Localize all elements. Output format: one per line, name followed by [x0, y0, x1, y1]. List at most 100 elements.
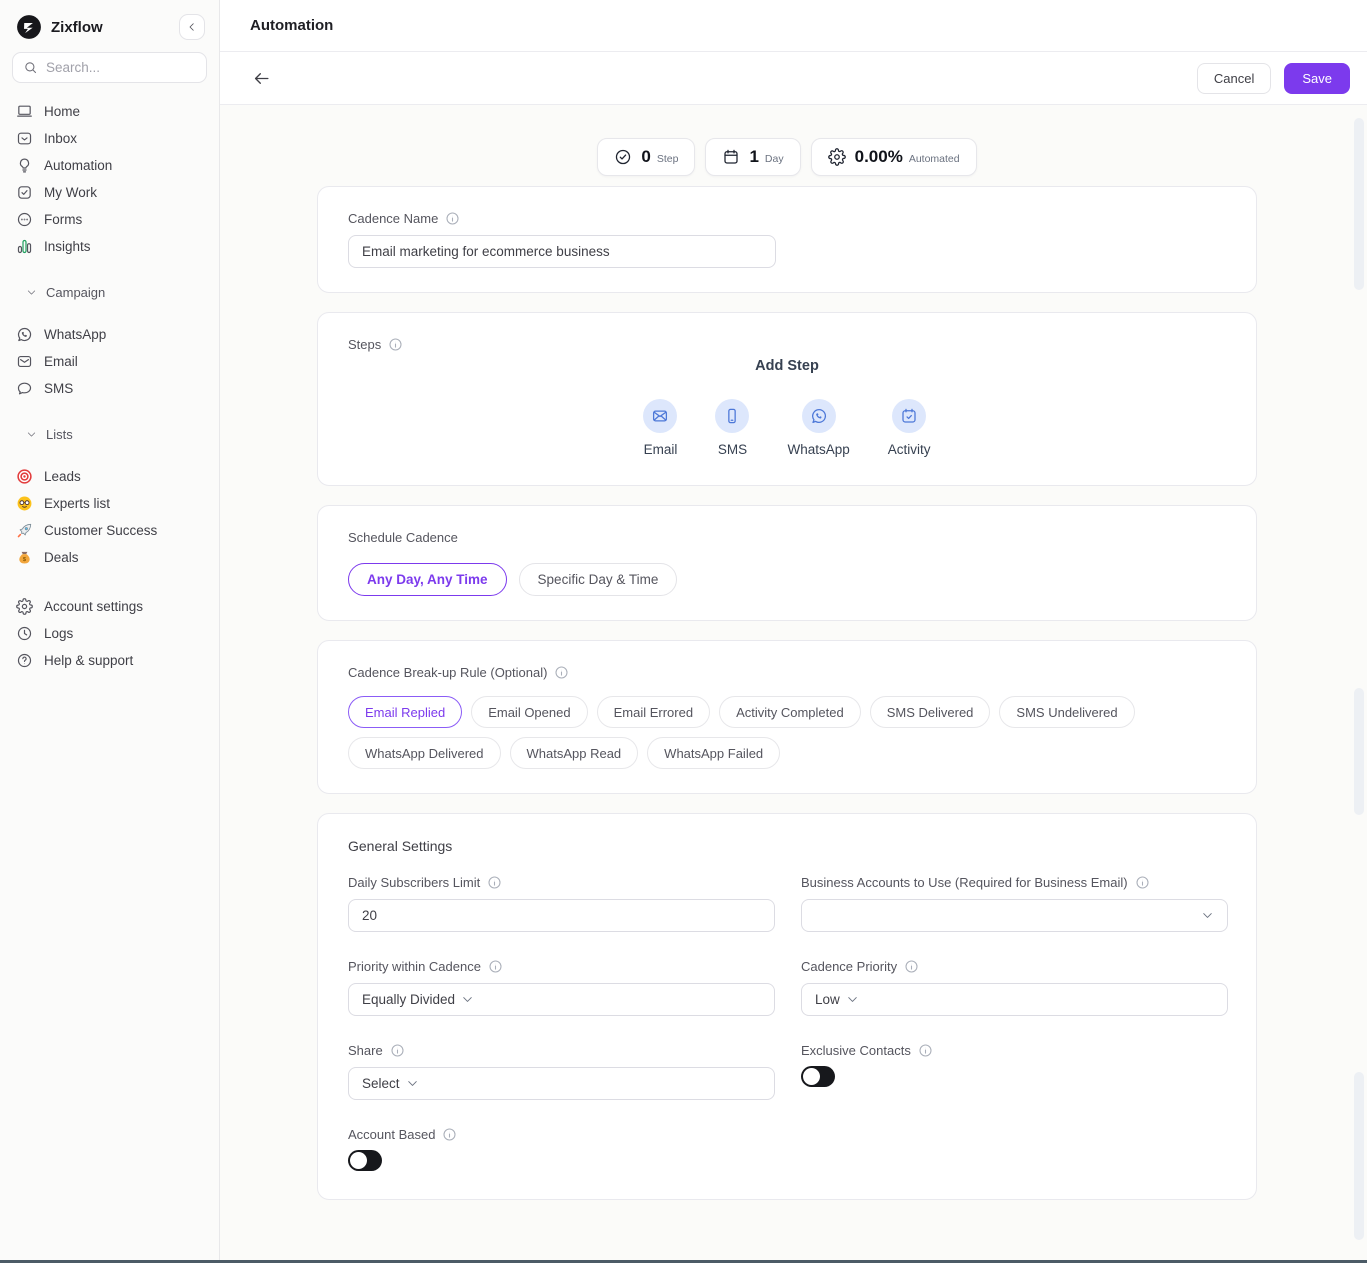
info-icon[interactable] [904, 959, 919, 974]
section-campaign[interactable]: Campaign [0, 279, 219, 306]
sidebar-item-label: WhatsApp [44, 327, 106, 342]
sidebar-item-my-work[interactable]: My Work [0, 179, 219, 206]
sidebar-item-leads[interactable]: Leads [0, 463, 219, 490]
add-step-email[interactable]: Email [643, 399, 677, 457]
breakup-chip-whatsapp-failed[interactable]: WhatsApp Failed [647, 737, 780, 769]
help-icon [16, 652, 33, 669]
cancel-button[interactable]: Cancel [1197, 63, 1271, 94]
breakup-chip-email-replied[interactable]: Email Replied [348, 696, 462, 728]
sidebar-item-label: Leads [44, 469, 81, 484]
chevron-down-icon [26, 287, 37, 298]
gear-icon [16, 598, 33, 615]
breakup-chip-whatsapp-read[interactable]: WhatsApp Read [510, 737, 639, 769]
share-select[interactable]: Select [348, 1067, 775, 1100]
breakup-rule-chips: Email Replied Email Opened Email Errored Ac… [348, 696, 1226, 769]
info-icon[interactable] [487, 875, 502, 890]
share-value: Select [362, 1076, 400, 1091]
scrollbar-thumb[interactable] [1354, 688, 1364, 815]
sidebar-item-account-settings[interactable]: Account settings [0, 593, 219, 620]
breakup-chip-activity-completed[interactable]: Activity Completed [719, 696, 861, 728]
info-icon[interactable] [390, 1043, 405, 1058]
cadence-priority-field: Cadence Priority Low [801, 959, 1228, 1016]
step-whatsapp-icon [810, 407, 828, 425]
sidebar-item-label: Logs [44, 626, 73, 641]
sidebar-item-forms[interactable]: Forms [0, 206, 219, 233]
sidebar-item-label: Forms [44, 212, 82, 227]
cadence-priority-select[interactable]: Low [801, 983, 1228, 1016]
breakup-chip-sms-delivered[interactable]: SMS Delivered [870, 696, 991, 728]
info-icon[interactable] [445, 211, 460, 226]
sidebar-item-insights[interactable]: Insights [0, 233, 219, 260]
chevron-down-icon [1201, 909, 1214, 922]
check-circle-icon [614, 148, 632, 166]
insights-icon [16, 238, 33, 255]
section-lists[interactable]: Lists [0, 421, 219, 448]
sidebar-item-inbox[interactable]: Inbox [0, 125, 219, 152]
schedule-option-specific-day-time[interactable]: Specific Day & Time [519, 563, 678, 596]
exclusive-contacts-field: Exclusive Contacts [801, 1043, 1228, 1100]
sidebar-item-label: Deals [44, 550, 79, 565]
stat-pill-days: 1 Day [705, 138, 800, 176]
breakup-chip-email-opened[interactable]: Email Opened [471, 696, 587, 728]
sidebar-item-email[interactable]: Email [0, 348, 219, 375]
step-activity-icon [900, 407, 918, 425]
add-step-options: Email SMS WhatsApp Activity [348, 399, 1226, 461]
sidebar-nav: Home Inbox Automation My Work Forms Insi… [0, 98, 219, 260]
sidebar-item-experts-list[interactable]: Experts list [0, 490, 219, 517]
cadence-name-input[interactable] [348, 235, 776, 268]
stats-row: 0 Step 1 Day 0.00% Automated [317, 138, 1257, 176]
sidebar-item-help-support[interactable]: Help & support [0, 647, 219, 674]
inbox-icon [16, 130, 33, 147]
info-icon[interactable] [388, 337, 403, 352]
info-icon[interactable] [1135, 875, 1150, 890]
back-button[interactable] [252, 69, 271, 88]
info-icon[interactable] [488, 959, 503, 974]
share-field: Share Select [348, 1043, 775, 1100]
sidebar-item-whatsapp[interactable]: WhatsApp [0, 321, 219, 348]
add-step-title: Add Step [348, 358, 1226, 374]
step-sms-icon [723, 407, 741, 425]
daily-subscribers-limit-input[interactable] [348, 899, 775, 932]
business-accounts-select[interactable] [801, 899, 1228, 932]
priority-within-cadence-select[interactable]: Equally Divided [348, 983, 775, 1016]
sidebar-item-automation[interactable]: Automation [0, 152, 219, 179]
save-button[interactable]: Save [1284, 63, 1350, 94]
sidebar-item-logs[interactable]: Logs [0, 620, 219, 647]
sidebar-item-customer-success[interactable]: Customer Success [0, 517, 219, 544]
exclusive-contacts-toggle[interactable] [801, 1066, 835, 1087]
section-lists-label: Lists [46, 427, 73, 442]
info-icon[interactable] [918, 1043, 933, 1058]
search-box[interactable] [12, 52, 207, 83]
sidebar-item-label: Insights [44, 239, 91, 254]
add-step-sms[interactable]: SMS [715, 399, 749, 457]
account-based-toggle[interactable] [348, 1150, 382, 1171]
sidebar-item-sms[interactable]: SMS [0, 375, 219, 402]
breakup-chip-whatsapp-delivered[interactable]: WhatsApp Delivered [348, 737, 501, 769]
step-label: SMS [718, 442, 747, 457]
account-based-field: Account Based [348, 1127, 775, 1171]
stat-unit: Automated [909, 153, 960, 165]
schedule-option-any-day-any-time[interactable]: Any Day, Any Time [348, 563, 507, 596]
section-campaign-label: Campaign [46, 285, 105, 300]
nerd-face-icon [16, 495, 33, 512]
breakup-chip-sms-undelivered[interactable]: SMS Undelivered [999, 696, 1134, 728]
scrollbar-thumb[interactable] [1354, 118, 1364, 290]
clock-icon [16, 625, 33, 642]
sidebar-item-home[interactable]: Home [0, 98, 219, 125]
search-input[interactable] [46, 60, 196, 75]
sidebar-item-deals[interactable]: $ Deals [0, 544, 219, 571]
info-icon[interactable] [442, 1127, 457, 1142]
chevron-down-icon [26, 429, 37, 440]
stat-value: 0 [641, 147, 650, 167]
info-icon[interactable] [554, 665, 569, 680]
cadence-priority-value: Low [815, 992, 840, 1007]
sidebar-item-label: Home [44, 104, 80, 119]
add-step-activity[interactable]: Activity [888, 399, 931, 457]
content: 0 Step 1 Day 0.00% Automated [220, 106, 1367, 1263]
add-step-whatsapp[interactable]: WhatsApp [787, 399, 849, 457]
sidebar-collapse-button[interactable] [179, 14, 205, 40]
sidebar-item-label: Experts list [44, 496, 110, 511]
scrollbar-thumb[interactable] [1354, 1072, 1364, 1240]
breakup-chip-email-errored[interactable]: Email Errored [597, 696, 710, 728]
search-icon [23, 60, 38, 75]
